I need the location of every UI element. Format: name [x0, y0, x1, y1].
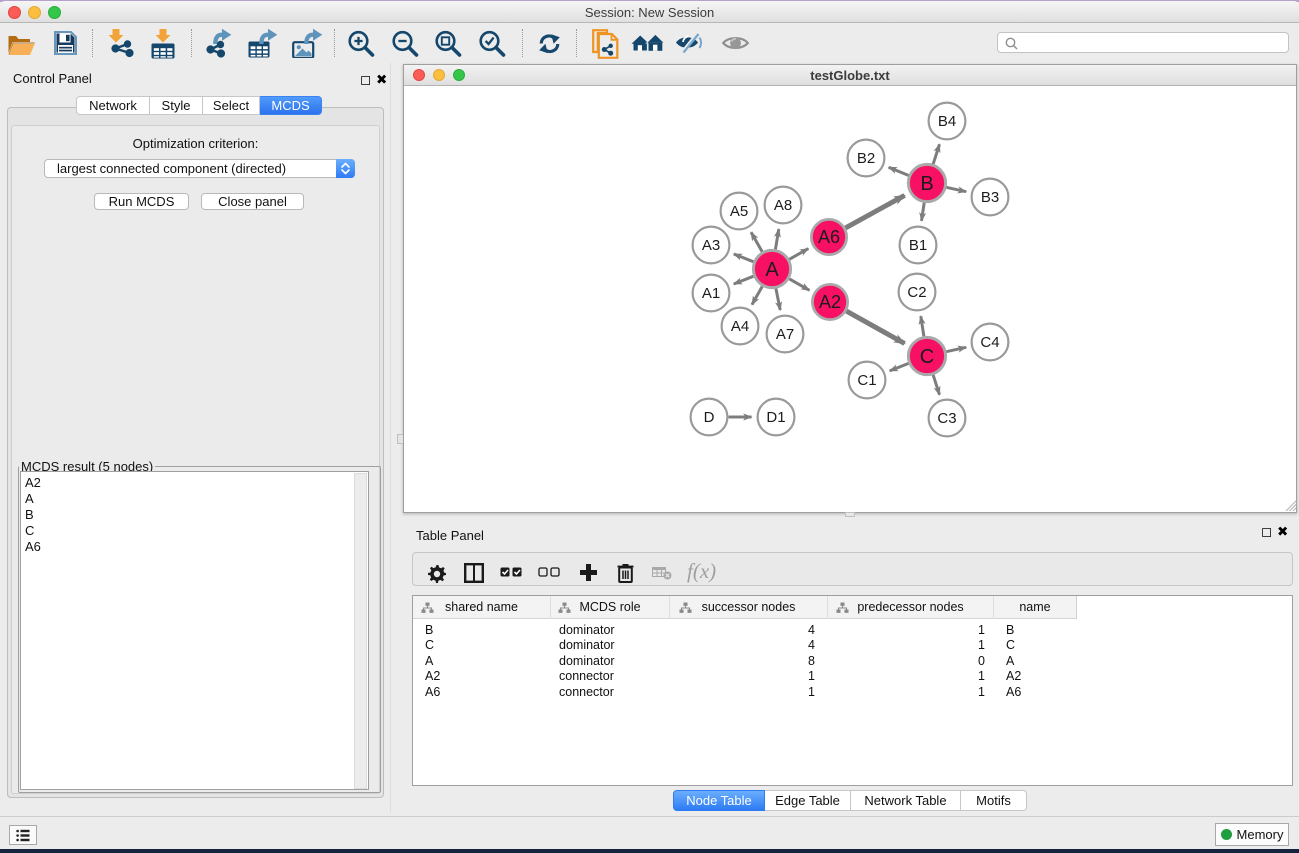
svg-text:A: A — [765, 259, 779, 281]
svg-text:C: C — [920, 346, 934, 368]
svg-text:A8: A8 — [774, 197, 792, 214]
svg-text:A1: A1 — [702, 285, 720, 302]
svg-text:B3: B3 — [981, 189, 999, 206]
svg-text:A7: A7 — [776, 326, 794, 343]
svg-text:A5: A5 — [730, 203, 748, 220]
svg-text:A6: A6 — [818, 227, 840, 247]
svg-text:B1: B1 — [909, 237, 927, 254]
svg-text:A3: A3 — [702, 237, 720, 254]
svg-text:C4: C4 — [980, 334, 999, 351]
svg-text:B4: B4 — [938, 113, 956, 130]
svg-text:B2: B2 — [857, 150, 875, 167]
svg-text:C1: C1 — [857, 372, 876, 389]
svg-text:A2: A2 — [819, 292, 841, 312]
svg-text:C3: C3 — [937, 410, 956, 427]
svg-text:A4: A4 — [731, 318, 749, 335]
svg-text:D: D — [704, 409, 715, 426]
svg-text:D1: D1 — [766, 409, 785, 426]
svg-text:B: B — [920, 173, 933, 195]
svg-text:C2: C2 — [907, 284, 926, 301]
